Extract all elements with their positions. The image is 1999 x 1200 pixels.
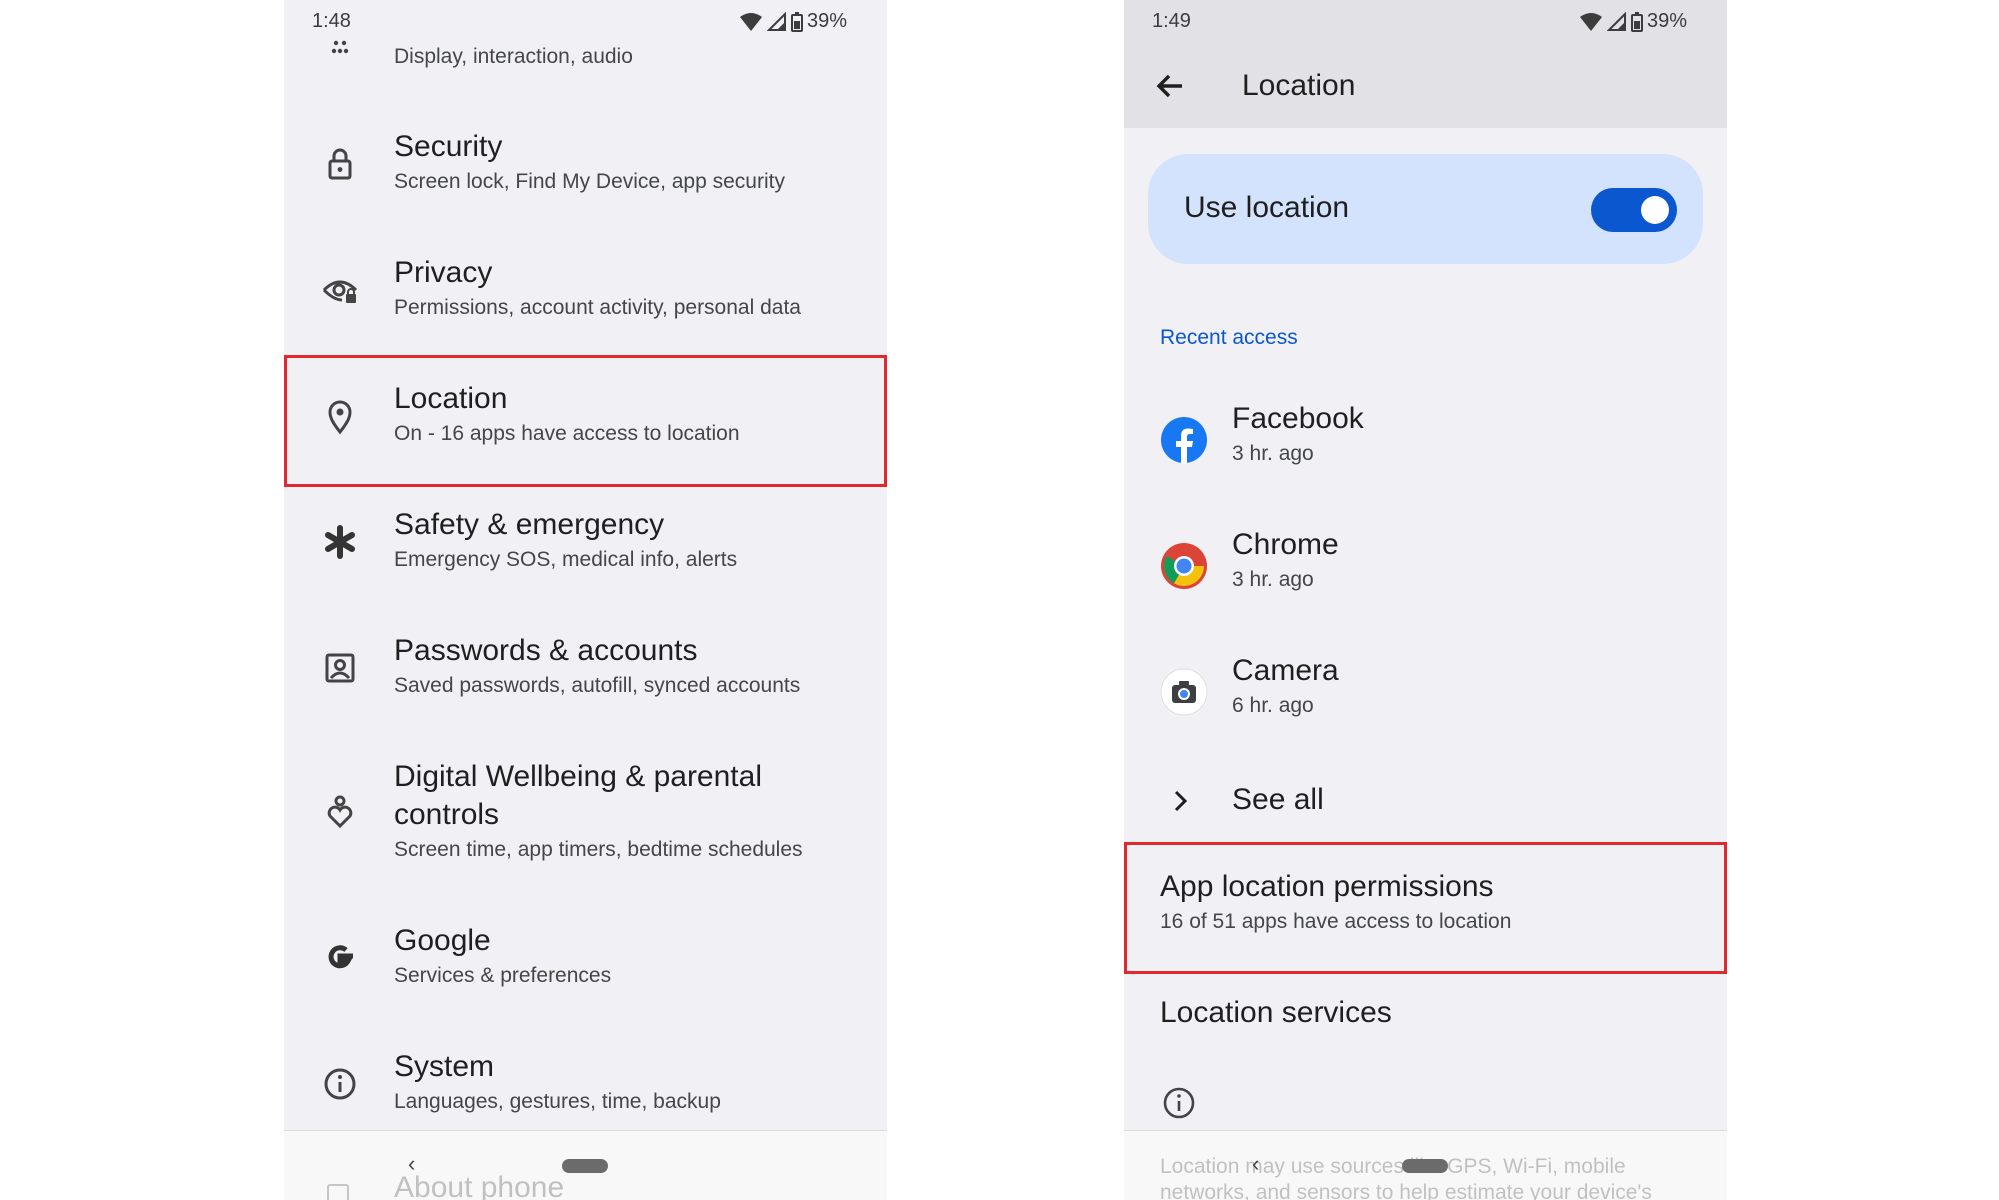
status-bar: 1:48 39% <box>284 0 887 44</box>
recent-app-facebook[interactable]: Facebook 3 hr. ago <box>1124 390 1727 490</box>
signal-icon <box>766 11 787 32</box>
settings-item-about-phone[interactable]: About phone <box>394 1171 564 1200</box>
info-icon <box>1162 1086 1196 1120</box>
recent-app-chrome[interactable]: Chrome 3 hr. ago <box>1124 516 1727 616</box>
chevron-right-icon <box>1168 786 1192 816</box>
use-location-card[interactable]: Use location <box>1148 154 1703 264</box>
location-footer-text: Location may use sources like GPS, Wi-Fi… <box>1160 1155 1626 1178</box>
settings-item-title: Security <box>394 130 503 163</box>
privacy-eye-icon <box>320 270 360 310</box>
wifi-icon <box>739 12 763 32</box>
nav-back-icon[interactable]: ‹ <box>1252 1151 1259 1177</box>
battery-icon <box>790 11 803 32</box>
settings-item-subtitle: Emergency SOS, medical info, alerts <box>394 548 738 571</box>
back-arrow-icon[interactable] <box>1152 68 1188 104</box>
location-footer-text: networks, and sensors to help estimate y… <box>1160 1181 1652 1200</box>
location-screen: 1:49 39% Location Use location Recent ac… <box>1124 0 1727 1200</box>
app-access-time: 6 hr. ago <box>1232 694 1314 717</box>
nav-home-pill[interactable] <box>1402 1159 1448 1173</box>
settings-item-title: Privacy <box>394 256 493 289</box>
location-services-item[interactable]: Location services <box>1124 990 1727 1050</box>
app-access-time: 3 hr. ago <box>1232 568 1314 591</box>
navigation-bar: Location may use sources like GPS, Wi-Fi… <box>1124 1130 1727 1200</box>
toggle-knob <box>1641 196 1669 224</box>
location-services-label: Location services <box>1160 996 1392 1029</box>
see-all-label: See all <box>1232 783 1324 816</box>
status-time: 1:49 <box>1152 10 1191 32</box>
highlight-box-app-permissions <box>1124 842 1727 974</box>
wellbeing-icon <box>320 792 360 832</box>
recent-app-camera[interactable]: Camera 6 hr. ago <box>1124 642 1727 742</box>
app-name: Camera <box>1232 654 1339 687</box>
page-title: Location <box>1242 69 1356 102</box>
nav-home-pill[interactable] <box>562 1159 608 1173</box>
see-all-row[interactable]: See all <box>1124 768 1727 838</box>
battery-icon <box>1630 11 1643 32</box>
settings-item-privacy[interactable]: Privacy Permissions, account activity, p… <box>284 244 887 344</box>
navigation-bar: ‹ About phone <box>284 1130 887 1200</box>
app-name: Chrome <box>1232 528 1339 561</box>
settings-item-subtitle: Saved passwords, autofill, synced accoun… <box>394 674 801 697</box>
app-bar: Location <box>1124 44 1727 128</box>
info-icon <box>320 1064 360 1104</box>
chrome-icon <box>1160 542 1208 590</box>
accessibility-icon <box>330 40 350 56</box>
highlight-box-location <box>284 355 887 487</box>
facebook-icon <box>1160 416 1208 464</box>
settings-item-system[interactable]: System Languages, gestures, time, backup <box>284 1038 887 1138</box>
settings-item-subtitle: Screen time, app timers, bedtime schedul… <box>394 838 803 861</box>
account-box-icon <box>320 648 360 688</box>
settings-item-security[interactable]: Security Screen lock, Find My Device, ap… <box>284 118 887 218</box>
status-bar: 1:49 39% <box>1124 0 1727 44</box>
app-name: Facebook <box>1232 402 1364 435</box>
settings-item-passwords-accounts[interactable]: Passwords & accounts Saved passwords, au… <box>284 622 887 722</box>
settings-item-google[interactable]: Google Services & preferences <box>284 912 887 1012</box>
settings-item-subtitle: Screen lock, Find My Device, app securit… <box>394 170 785 193</box>
settings-item-title: Passwords & accounts <box>394 634 698 667</box>
recent-access-header: Recent access <box>1160 326 1298 349</box>
wifi-icon <box>1579 12 1603 32</box>
settings-item-title: Digital Wellbeing & parental controls <box>394 760 762 831</box>
settings-item-title: Google <box>394 924 491 957</box>
settings-item-subtitle: Services & preferences <box>394 964 612 987</box>
settings-item-subtitle: Permissions, account activity, personal … <box>394 296 801 319</box>
lock-icon <box>320 144 360 184</box>
phone-icon <box>326 1183 350 1200</box>
battery-percent: 39% <box>806 10 847 32</box>
battery-percent: 39% <box>1646 10 1687 32</box>
status-time: 1:48 <box>312 10 351 32</box>
settings-item-safety-emergency[interactable]: Safety & emergency Emergency SOS, medica… <box>284 496 887 596</box>
camera-icon <box>1160 668 1208 716</box>
app-access-time: 3 hr. ago <box>1232 442 1314 465</box>
signal-icon <box>1606 11 1627 32</box>
settings-item-digital-wellbeing[interactable]: Digital Wellbeing & parental controls Sc… <box>284 748 887 888</box>
asterisk-icon <box>320 522 360 562</box>
use-location-label: Use location <box>1184 191 1350 224</box>
settings-item-subtitle: Languages, gestures, time, backup <box>394 1090 721 1113</box>
settings-item-title: System <box>394 1050 495 1083</box>
settings-screen: 1:48 39% Display, interaction, audio Sec… <box>284 0 887 1200</box>
accessibility-subtitle: Display, interaction, audio <box>394 45 633 68</box>
settings-item-title: Safety & emergency <box>394 508 665 541</box>
use-location-toggle[interactable] <box>1591 188 1677 232</box>
google-g-icon <box>320 938 360 978</box>
